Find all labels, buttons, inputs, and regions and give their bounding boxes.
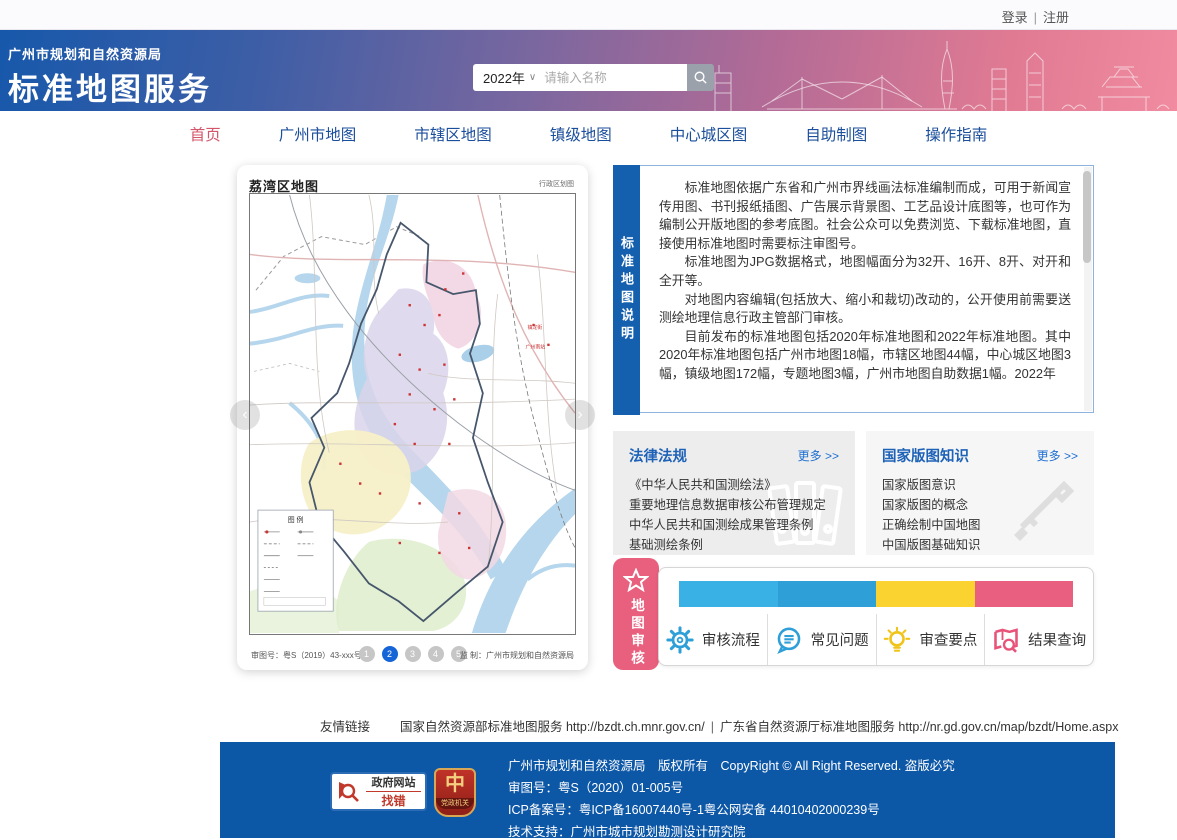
site-header: 广州市规划和自然资源局 标准地图服务 2022年 ∨ [0,30,1177,111]
law-link[interactable]: 中华人民共和国测绘成果管理条例 [629,515,839,535]
knowledge-link[interactable]: 国家版图的概念 [882,495,1078,515]
top-utility-bar: 登录 | 注册 [0,0,1177,30]
main-nav: 首页 广州市地图 市辖区地图 镇级地图 中心城区图 自助制图 操作指南 [0,111,1177,157]
page-dot-3[interactable]: 3 [404,646,421,662]
knowledge-link[interactable]: 国家版图意识 [882,475,1078,495]
badge-line1: 政府网站 [366,774,421,792]
chevron-down-icon[interactable]: ∨ [529,72,536,83]
description-paragraph: 标准地图为JPG数据格式，地图幅面分为32开、16开、8开、对开和全开等。 [659,254,1071,288]
copyright-line: 广州市规划和自然资源局 版权所有 CopyRight © All Right R… [508,759,955,773]
svg-text:镇龙街: 镇龙街 [527,324,542,331]
map-review-tab: 地图审核 [613,558,659,670]
pagination: 1 2 3 4 5 [358,646,467,662]
knowledge-more-link[interactable]: 更多 >> [1037,447,1078,464]
map-preview-card[interactable]: 荔湾区地图 行政区划图 镇龙街 广州南站 图 例 审图号：粤S（2019）43-… [237,165,588,670]
law-link[interactable]: 基础测绘条例 [629,535,839,555]
map-legend: 图 例 [257,509,334,612]
party-government-badge[interactable]: 中 党政机关 [434,768,476,817]
description-tab: 标准地图说明 [613,165,640,415]
national-territory-box: 国家版图知识 更多 >> 国家版图意识 国家版图的概念 正确绘制中国地图 中国版… [866,431,1094,555]
map-legend-title: 图 例 [288,515,304,524]
nav-central-area-maps[interactable]: 中心城区图 [670,123,748,145]
carousel-prev-button[interactable]: ‹ [230,400,260,430]
map-review-panel: 审核流程 常见问题 审查要点 结果查询 [658,567,1094,666]
svg-text:广州南站: 广州南站 [525,344,545,351]
search-field: 2022年 ∨ [473,64,687,91]
footer-text: 广州市规划和自然资源局 版权所有 CopyRight © All Right R… [508,755,955,840]
friendly-link-national[interactable]: 国家自然资源部标准地图服务 http://bzdt.ch.mnr.gov.cn/ [400,720,705,734]
scrollbar-thumb[interactable] [1083,171,1091,263]
review-item-process[interactable]: 审核流程 [659,614,767,665]
nav-guide[interactable]: 操作指南 [925,123,987,145]
knowledge-link[interactable]: 中国版图基础知识 [882,535,1078,555]
lightbulb-icon [884,626,911,652]
site-error-report-badge[interactable]: 政府网站 找错 [330,772,427,811]
tech-support-line: 技术支持：广州市城市规划勘测设计研究院 [508,825,746,839]
map-approval-number: 审图号：粤S（2019）43-xxx号 [251,651,362,660]
knowledge-link[interactable]: 正确绘制中国地图 [882,515,1078,535]
color-bar [679,581,1073,607]
map-card-footer: 审图号：粤S（2019）43-xxx号 1 2 3 4 5 监 制：广州市规划和… [249,646,576,664]
laws-title: 法律法规 [629,449,687,465]
chat-icon [776,627,800,654]
description-paragraph: 标准地图依据广东省和广州市界线画法标准编制而成，可用于新闻宣传用图、书刊报纸插图… [659,180,1071,251]
friendly-links-label: 友情链接 [320,720,371,734]
page-dot-1[interactable]: 1 [358,646,375,662]
auth-links: 登录 | 注册 [1002,7,1069,26]
city-skyline-art [714,41,1170,111]
page-root: 登录 | 注册 广州市规划和自然资源局 标准地图服务 2022年 ∨ 请输入名称… [0,0,1177,840]
page-dot-4[interactable]: 4 [427,646,444,662]
nav-district-maps[interactable]: 市辖区地图 [414,123,492,145]
map-search-icon [994,627,1018,653]
standard-map-description-panel: 标准地图说明 标准地图依据广东省和广州市界线画法标准编制而成，可用于新闻宣传用图… [613,165,1094,415]
map-corner-note: 行政区划图 [539,181,574,188]
nav-self-service-maps[interactable]: 自助制图 [805,123,867,145]
site-footer: 政府网站 找错 中 党政机关 广州市规划和自然资源局 版权所有 CopyRigh… [220,742,1115,840]
nav-town-maps[interactable]: 镇级地图 [550,123,612,145]
map-review-label: 地图审核 [629,598,644,668]
link-divider: | [710,720,714,734]
magnifier-flag-icon [339,781,359,802]
carousel-next-button[interactable]: › [565,400,595,430]
description-body: 标准地图依据广东省和广州市界线画法标准编制而成，可用于新闻宣传用图、书刊报纸插图… [641,166,1083,412]
party-badge-symbol: 中 [445,773,465,795]
badge-line2: 找错 [381,794,406,808]
district-map-art: 镇龙街广州南站 图 例 [250,194,575,633]
review-item-faq[interactable]: 常见问题 [766,614,876,665]
review-item-key-points[interactable]: 审查要点 [875,614,985,665]
year-dropdown[interactable]: 2022年 [473,68,529,87]
site-title: 标准地图服务 [8,72,212,107]
login-link[interactable]: 登录 [1002,10,1028,25]
nav-home[interactable]: 首页 [190,123,221,145]
nav-city-maps[interactable]: 广州市地图 [279,123,357,145]
map-approval-line: 审图号：粤S（2020）01-005号 [508,781,684,795]
law-link[interactable]: 《中华人民共和国测绘法》 [629,475,839,495]
page-dot-2[interactable]: 2 [381,646,398,662]
map-image[interactable]: 镇龙街广州南站 图 例 [249,193,576,635]
laws-box: 法律法规 更多 >> 《中华人民共和国测绘法》 重要地理信息数据审核公布管理规定… [613,431,855,555]
knowledge-title: 国家版图知识 [882,449,969,465]
icp-line: ICP备案号：粤ICP备16007440号-1粤公网安备 44010402000… [508,803,880,817]
gear-icon [666,625,694,654]
party-badge-caption: 党政机关 [436,798,474,809]
search-icon [694,71,707,84]
scrollbar-track[interactable] [1083,167,1092,411]
auth-separator: | [1033,10,1037,25]
law-link[interactable]: 重要地理信息数据审核公布管理规定 [629,495,839,515]
laws-more-link[interactable]: 更多 >> [798,447,839,464]
description-paragraph: 对地图内容编辑(包括放大、缩小和裁切)改动的，公开使用前需要送测绘地理信息行政主… [659,291,1071,326]
org-name: 广州市规划和自然资源局 [8,47,163,62]
description-paragraph: 目前发布的标准地图包括2020年标准地图和2022年标准地图。其中2020年标准… [659,328,1071,381]
search-bar: 2022年 ∨ [473,64,714,91]
search-input[interactable] [544,70,675,85]
review-item-result-query[interactable]: 结果查询 [984,614,1093,665]
friendly-link-provincial[interactable]: 广东省自然资源厅标准地图服务 http://nr.gd.gov.cn/map/b… [720,720,1119,734]
map-producer: 监 制：广州市规划和自然资源局 [459,651,574,660]
site-brand: 广州市规划和自然资源局 标准地图服务 [8,44,212,109]
star-badge-icon [623,568,649,593]
register-link[interactable]: 注册 [1043,10,1069,25]
